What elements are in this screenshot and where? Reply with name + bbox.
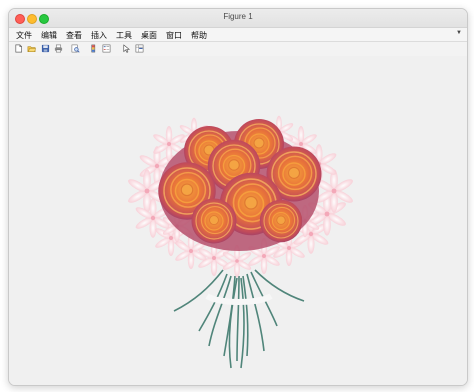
colorbar-icon[interactable] bbox=[89, 44, 98, 53]
property-inspector-icon[interactable] bbox=[135, 44, 144, 53]
new-figure-icon[interactable] bbox=[14, 44, 23, 53]
legend-icon[interactable] bbox=[102, 44, 111, 53]
menu-edit[interactable]: 编辑 bbox=[41, 30, 57, 41]
menu-insert[interactable]: 插入 bbox=[91, 30, 107, 41]
stems bbox=[173, 269, 305, 369]
menu-window[interactable]: 窗口 bbox=[166, 30, 182, 41]
menu-desktop[interactable]: 桌面 bbox=[141, 30, 157, 41]
save-icon[interactable] bbox=[41, 44, 50, 53]
figure-toolbar bbox=[9, 42, 467, 57]
print-preview-icon[interactable] bbox=[71, 44, 80, 53]
pointer-icon[interactable] bbox=[122, 44, 131, 53]
figure-window: Figure 1 文件 编辑 查看 插入 工具 桌面 窗口 帮助 ▼ bbox=[8, 8, 468, 386]
figure-canvas[interactable] bbox=[9, 56, 467, 385]
menu-tools[interactable]: 工具 bbox=[116, 30, 132, 41]
title-bar[interactable]: Figure 1 bbox=[9, 9, 467, 28]
menu-file[interactable]: 文件 bbox=[16, 30, 32, 41]
print-icon[interactable] bbox=[54, 44, 63, 53]
menu-help[interactable]: 帮助 bbox=[191, 30, 207, 41]
chevron-down-icon[interactable]: ▼ bbox=[456, 30, 462, 36]
open-file-icon[interactable] bbox=[27, 44, 36, 53]
menu-bar: 文件 编辑 查看 插入 工具 桌面 窗口 帮助 ▼ bbox=[9, 28, 467, 42]
menu-view[interactable]: 查看 bbox=[66, 30, 82, 41]
bouquet-figure bbox=[126, 115, 355, 369]
window-title: Figure 1 bbox=[223, 12, 253, 21]
